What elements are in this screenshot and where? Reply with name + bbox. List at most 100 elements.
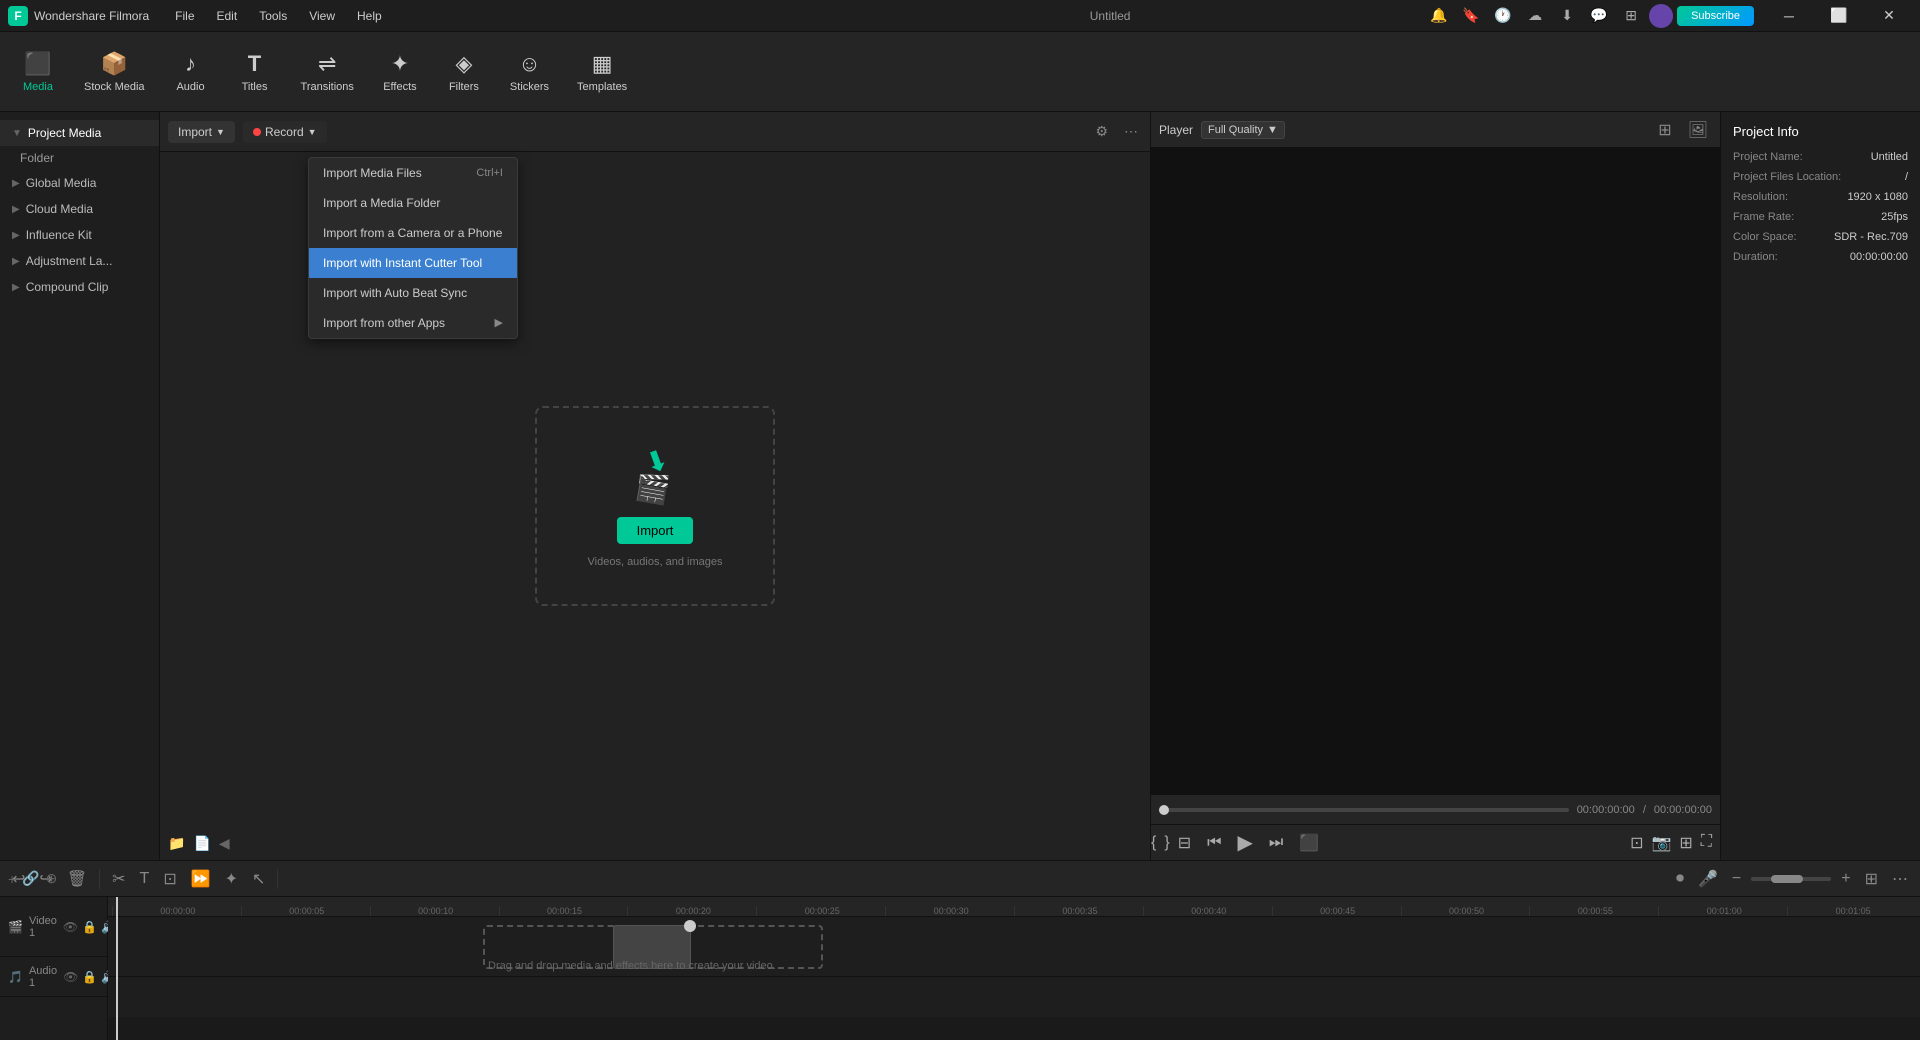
close-button[interactable]: ✕ [1866, 0, 1912, 32]
dropdown-import-instant-cutter[interactable]: Import with Instant Cutter Tool [309, 248, 517, 278]
sidebar-item-global-media[interactable]: ▶ Global Media [0, 170, 159, 196]
video-track: Drag and drop media and effects here to … [108, 917, 1920, 977]
add-folder-icon[interactable]: 📁 [168, 835, 185, 852]
magnet-icon[interactable]: ⊕ [46, 870, 58, 887]
zoom-slider[interactable] [1751, 877, 1831, 881]
player-fullscreen-icon[interactable]: ⛶ [1701, 833, 1712, 853]
tool-templates[interactable]: ▦ Templates [565, 43, 639, 101]
timeline-more-icon[interactable]: ⋯ [1888, 865, 1912, 893]
cut-icon[interactable]: ✂ [108, 865, 129, 893]
dropdown-import-media-folder[interactable]: Import a Media Folder [309, 188, 517, 218]
player-loop-icon[interactable]: ⬛ [1299, 833, 1319, 853]
zoom-out-icon[interactable]: − [1728, 866, 1745, 892]
audio-lock-icon[interactable]: 🔒 [82, 970, 97, 984]
download-icon[interactable]: ⬇ [1553, 2, 1581, 30]
sidebar-influence-kit-label: Influence Kit [26, 228, 92, 242]
clip-resize-handle[interactable] [684, 920, 696, 932]
snapshot-icon[interactable]: 🖼 [1684, 116, 1712, 144]
drop-zone-import-button[interactable]: Import [617, 517, 694, 544]
minimize-button[interactable]: ─ [1766, 0, 1812, 32]
player-right-controls: ⊡ 📷 ⊞ ⛶ [1630, 833, 1712, 853]
app-logo-icon: F [8, 6, 28, 26]
history-icon[interactable]: 🕐 [1489, 2, 1517, 30]
import-button[interactable]: Import ▼ [168, 121, 235, 143]
more-options-icon[interactable]: ⋯ [1120, 119, 1142, 144]
link-icon[interactable]: 🔗 [22, 870, 39, 887]
quality-select[interactable]: Full Quality ▼ [1201, 121, 1285, 139]
fullscreen-grid-icon[interactable]: ⊞ [1654, 116, 1675, 144]
add-track-icon[interactable]: + [8, 871, 16, 887]
filter-icon[interactable]: ⚙ [1091, 119, 1112, 144]
player-step-forward-icon[interactable]: ⏭ [1269, 834, 1283, 852]
sidebar-item-compound-clip[interactable]: ▶ Compound Clip [0, 274, 159, 300]
record-timeline-icon[interactable]: ⏺ [1672, 866, 1688, 892]
ai-icon[interactable]: ✦ [221, 865, 242, 893]
player-timeline-bar[interactable] [1159, 808, 1569, 812]
tool-media[interactable]: ⬛ Media [8, 43, 68, 101]
tool-filters[interactable]: ◈ Filters [434, 43, 494, 101]
menu-tools[interactable]: Tools [249, 5, 297, 27]
crop-tool-icon[interactable]: ⊡ [159, 865, 180, 893]
player-bracket-right-icon[interactable]: } [1164, 834, 1169, 852]
timeline-settings-icon[interactable]: ⊞ [1861, 865, 1882, 893]
record-button[interactable]: Record ▼ [243, 121, 327, 143]
notification-icon[interactable]: 🔔 [1425, 2, 1453, 30]
sidebar-item-influence-kit[interactable]: ▶ Influence Kit [0, 222, 159, 248]
sidebar-item-folder[interactable]: Folder [0, 146, 159, 170]
select-tool-icon[interactable]: ↖ [248, 865, 269, 893]
player-snapshot-btn[interactable]: 📷 [1651, 833, 1671, 853]
player-play-icon[interactable]: ▶ [1238, 830, 1253, 855]
dropdown-import-media-files[interactable]: Import Media Files Ctrl+I [309, 158, 517, 188]
transitions-icon: ⇌ [318, 51, 336, 77]
subscribe-button[interactable]: Subscribe [1677, 6, 1754, 26]
timeline-track-labels: 🎬 Video 1 👁 🔒 🔊 ⋯ 🎵 Audio 1 👁 🔒 🔊 [0, 897, 108, 1040]
player-split-icon[interactable]: ⊟ [1178, 833, 1191, 853]
zoom-in-icon[interactable]: + [1837, 866, 1854, 892]
player-label: Player [1159, 123, 1193, 137]
speed-icon[interactable]: ⏩ [187, 865, 215, 893]
user-avatar[interactable] [1649, 4, 1673, 28]
player-step-back-icon[interactable]: ⏮ [1207, 834, 1221, 852]
delete-icon[interactable]: 🗑 [63, 865, 91, 893]
color-space-value: SDR - Rec.709 [1834, 231, 1908, 243]
timeline-thumb[interactable] [1159, 805, 1169, 815]
tool-titles[interactable]: T Titles [225, 43, 285, 101]
text-tool-icon[interactable]: T [136, 866, 154, 892]
dropdown-import-from-camera[interactable]: Import from a Camera or a Phone [309, 218, 517, 248]
tool-audio[interactable]: ♪ Audio [161, 43, 221, 101]
microphone-icon[interactable]: 🎤 [1694, 865, 1722, 893]
tool-stock-media[interactable]: 📦 Stock Media [72, 43, 157, 101]
app-logo: F Wondershare Filmora [8, 6, 149, 26]
dropdown-import-other-apps[interactable]: Import from other Apps ▶ [309, 308, 517, 338]
collapse-icon[interactable]: ◀ [219, 835, 230, 852]
player-crop-icon[interactable]: ⊡ [1630, 833, 1643, 853]
chat-icon[interactable]: 💬 [1585, 2, 1613, 30]
import-media-files-shortcut: Ctrl+I [476, 167, 503, 179]
player-pip-icon[interactable]: ⊞ [1679, 833, 1692, 853]
menu-view[interactable]: View [299, 5, 345, 27]
timeline-playhead[interactable] [116, 897, 118, 1040]
cloud-icon[interactable]: ☁ [1521, 2, 1549, 30]
video-lock-icon[interactable]: 🔒 [82, 920, 97, 934]
audio-eye-icon[interactable]: 👁 [63, 970, 78, 984]
video-eye-icon[interactable]: 👁 [63, 920, 78, 934]
grid-icon[interactable]: ⊞ [1617, 2, 1645, 30]
menu-file[interactable]: File [165, 5, 204, 27]
add-media-icon[interactable]: 📄 [193, 835, 210, 852]
bookmark-icon[interactable]: 🔖 [1457, 2, 1485, 30]
sidebar-item-project-media[interactable]: ▼ Project Media [0, 120, 159, 146]
sidebar-item-adjustment-layer[interactable]: ▶ Adjustment La... [0, 248, 159, 274]
tool-stickers[interactable]: ☺ Stickers [498, 43, 561, 101]
player-bracket-left-icon[interactable]: { [1151, 834, 1156, 852]
maximize-button[interactable]: ⬜ [1816, 0, 1862, 32]
ruler-mark-7: 00:00:35 [1014, 906, 1143, 916]
tool-transitions[interactable]: ⇌ Transitions [289, 43, 366, 101]
tool-effects[interactable]: ✦ Effects [370, 43, 430, 101]
dropdown-import-auto-beat-sync[interactable]: Import with Auto Beat Sync [309, 278, 517, 308]
audio-icon: ♪ [185, 51, 196, 77]
menu-edit[interactable]: Edit [207, 5, 248, 27]
sidebar-item-cloud-media[interactable]: ▶ Cloud Media [0, 196, 159, 222]
menu-help[interactable]: Help [347, 5, 392, 27]
tool-templates-label: Templates [577, 81, 627, 93]
timeline-area: ↩ ↪ 🗑 ✂ T ⊡ ⏩ ✦ ↖ ⏺ 🎤 − + ⊞ ⋯ + 🔗 ⊕ [0, 860, 1920, 1040]
